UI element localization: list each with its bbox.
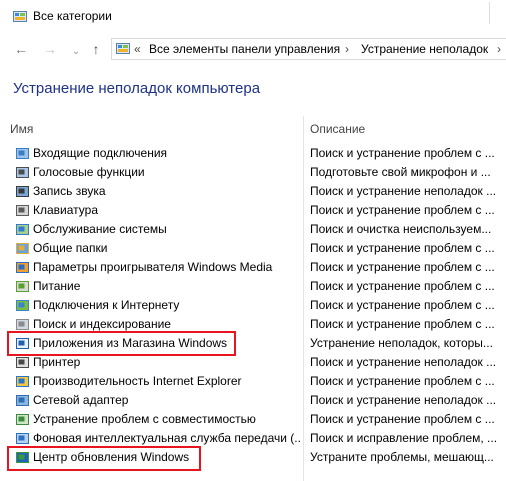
- item-description: Поиск и устранение проблем с ...: [310, 241, 495, 255]
- item-name[interactable]: Обслуживание системы: [33, 222, 301, 236]
- list-item[interactable]: Приложения из Магазина Windows Устранение…: [0, 334, 497, 353]
- ie-performance-icon: [16, 376, 29, 387]
- page-title: Устранение неполадок компьютера: [13, 80, 261, 97]
- keyboard-icon: [16, 205, 29, 216]
- item-description: Поиск и устранение проблем с ...: [310, 298, 495, 312]
- store-apps-icon: [16, 338, 29, 349]
- column-header-description[interactable]: Описание: [310, 122, 365, 136]
- item-name[interactable]: Запись звука: [33, 184, 301, 198]
- forward-arrow-icon[interactable]: →: [42, 41, 58, 57]
- list-item[interactable]: Параметры проигрывателя Windows Media Пои…: [0, 258, 497, 277]
- window-title: Все категории: [33, 9, 112, 23]
- item-description: Поиск и исправление проблем, ...: [310, 431, 496, 445]
- item-name[interactable]: Параметры проигрывателя Windows Media: [33, 260, 301, 274]
- breadcrumb-all-items[interactable]: Все элементы панели управления: [149, 42, 340, 56]
- internet-connections-icon: [16, 300, 29, 311]
- item-name[interactable]: Принтер: [33, 355, 301, 369]
- compatibility-icon: [16, 414, 29, 425]
- breadcrumb-separator[interactable]: ›: [497, 42, 501, 56]
- item-name[interactable]: Голосовые функции: [33, 165, 301, 179]
- network-connections-icon: [16, 148, 29, 159]
- item-description: Поиск и устранение проблем с ...: [310, 203, 495, 217]
- recent-locations-chevron-icon[interactable]: ⌄: [68, 44, 84, 60]
- back-arrow-icon[interactable]: ←: [13, 41, 29, 57]
- item-name[interactable]: Клавиатура: [33, 203, 301, 217]
- breadcrumb-overflow[interactable]: «: [134, 42, 141, 56]
- list-item[interactable]: Подключения к Интернету Поиск и устранени…: [0, 296, 497, 315]
- item-description: Поиск и устранение проблем с ...: [310, 317, 495, 331]
- search-indexing-icon: [16, 319, 29, 330]
- item-name[interactable]: Входящие подключения: [33, 146, 301, 160]
- vertical-scrollbar[interactable]: [497, 116, 506, 481]
- list-item[interactable]: Производительность Internet Explorer Поис…: [0, 372, 497, 391]
- media-player-icon: [16, 262, 29, 273]
- item-description: Устранение неполадок, которы...: [310, 336, 493, 350]
- list-item[interactable]: Поиск и индексирование Поиск и устранение…: [0, 315, 497, 334]
- item-description: Поиск и устранение проблем с ...: [310, 279, 495, 293]
- bits-icon: [16, 433, 29, 444]
- item-name[interactable]: Поиск и индексирование: [33, 317, 301, 331]
- breadcrumb-troubleshooting[interactable]: Устранение неполадок: [361, 42, 488, 56]
- item-description: Поиск и устранение неполадок ...: [310, 355, 496, 369]
- windows-update-icon: [16, 452, 29, 463]
- list-item[interactable]: Устранение проблем с совместимостью Поиск…: [0, 410, 497, 429]
- list-item[interactable]: Общие папки Поиск и устранение проблем с …: [0, 239, 497, 258]
- list-item[interactable]: Принтер Поиск и устранение неполадок ...: [0, 353, 497, 372]
- item-description: Поиск и устранение неполадок ...: [310, 184, 496, 198]
- printer-icon: [16, 357, 29, 368]
- item-description: Поиск и устранение неполадок ...: [310, 393, 496, 407]
- title-bar: Все категории: [0, 0, 506, 34]
- item-name[interactable]: Фоновая интеллектуальная служба передачи…: [33, 431, 301, 445]
- item-name[interactable]: Производительность Internet Explorer: [33, 374, 301, 388]
- item-description: Поиск и устранение проблем с ...: [310, 412, 495, 426]
- up-arrow-icon[interactable]: ↑: [88, 41, 104, 57]
- control-panel-icon: [13, 11, 27, 22]
- sound-recording-icon: [16, 186, 29, 197]
- shared-folders-icon: [16, 243, 29, 254]
- system-maintenance-icon: [16, 224, 29, 235]
- list-item[interactable]: Сетевой адаптер Поиск и устранение непола…: [0, 391, 497, 410]
- list-item[interactable]: Обслуживание системы Поиск и очистка неис…: [0, 220, 497, 239]
- item-name[interactable]: Сетевой адаптер: [33, 393, 301, 407]
- list-item[interactable]: Фоновая интеллектуальная служба передачи…: [0, 429, 497, 448]
- list-item[interactable]: Клавиатура Поиск и устранение проблем с .…: [0, 201, 497, 220]
- control-panel-icon: [116, 43, 130, 54]
- item-description: Подготовьте свой микрофон и ...: [310, 165, 491, 179]
- list-item[interactable]: Входящие подключения Поиск и устранение п…: [0, 144, 497, 163]
- list-item[interactable]: Центр обновления Windows Устраните пробле…: [0, 448, 497, 467]
- item-name[interactable]: Общие папки: [33, 241, 301, 255]
- microphone-icon: [16, 167, 29, 178]
- item-name[interactable]: Питание: [33, 279, 301, 293]
- column-header-name[interactable]: Имя: [10, 122, 33, 136]
- item-name[interactable]: Устранение проблем с совместимостью: [33, 412, 301, 426]
- item-description: Устраните проблемы, мешающ...: [310, 450, 494, 464]
- power-icon: [16, 281, 29, 292]
- window-control-button[interactable]: [489, 2, 506, 24]
- list-item[interactable]: Голосовые функции Подготовьте свой микроф…: [0, 163, 497, 182]
- item-name[interactable]: Подключения к Интернету: [33, 298, 301, 312]
- breadcrumb-separator[interactable]: ›: [345, 42, 349, 56]
- item-description: Поиск и устранение проблем с ...: [310, 260, 495, 274]
- item-name[interactable]: Центр обновления Windows: [33, 450, 301, 464]
- item-description: Поиск и очистка неиспользуем...: [310, 222, 492, 236]
- list-item[interactable]: Запись звука Поиск и устранение неполадок…: [0, 182, 497, 201]
- item-description: Поиск и устранение проблем с ...: [310, 146, 495, 160]
- list-item[interactable]: Питание Поиск и устранение проблем с ...: [0, 277, 497, 296]
- network-adapter-icon: [16, 395, 29, 406]
- item-name[interactable]: Приложения из Магазина Windows: [33, 336, 301, 350]
- address-bar[interactable]: « Все элементы панели управления › Устра…: [111, 38, 506, 60]
- item-description: Поиск и устранение проблем с ...: [310, 374, 495, 388]
